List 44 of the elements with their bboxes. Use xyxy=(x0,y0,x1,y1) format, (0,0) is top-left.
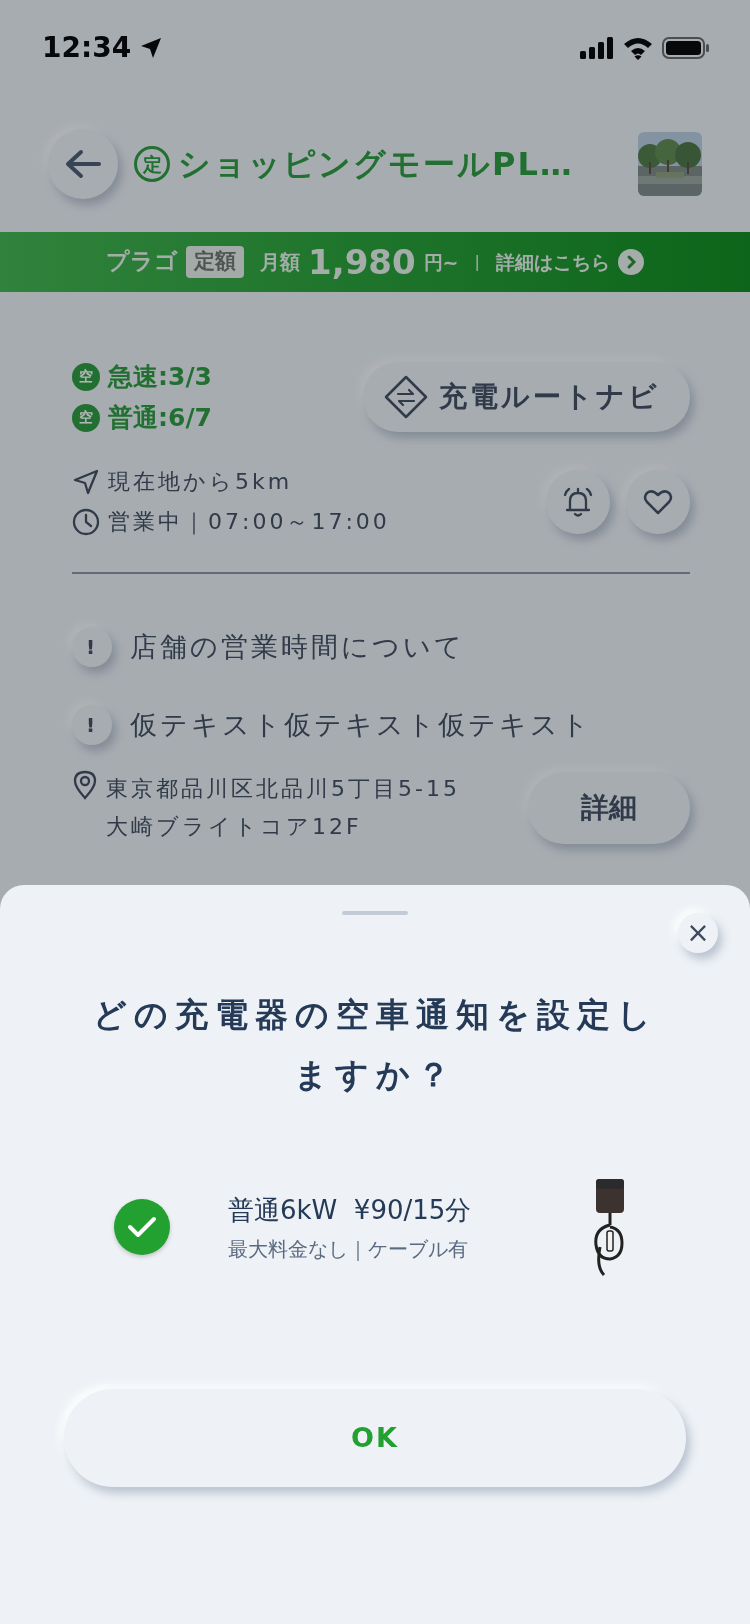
details-link[interactable]: 詳細はこちら xyxy=(495,247,610,277)
price-label: 月額 xyxy=(260,249,301,276)
chevron-right-icon xyxy=(617,249,644,275)
navigation-arrow-icon xyxy=(72,468,100,496)
distance-text: 現在地から5km xyxy=(108,468,293,496)
brand-label: プラゴ xyxy=(106,247,179,276)
vacancy-badge: 空 xyxy=(72,362,100,391)
close-button[interactable]: × xyxy=(678,913,718,953)
notice-text[interactable]: 店舗の営業時間について xyxy=(130,626,465,668)
notice-mark: ! xyxy=(72,705,112,745)
address-line: 大崎ブライトコア12F xyxy=(106,813,363,841)
availability-count: 普通:6/7 xyxy=(108,402,212,434)
vacancy-badge: 空 xyxy=(72,403,100,432)
price-value: 1,980 xyxy=(308,240,416,284)
detail-button[interactable]: 詳細 xyxy=(528,772,690,844)
route-icon xyxy=(383,374,429,420)
battery-icon xyxy=(662,36,710,60)
ok-button[interactable]: OK xyxy=(64,1389,686,1487)
notice-text[interactable]: 仮テキスト仮テキスト仮テキスト xyxy=(130,704,592,746)
checkmark-icon xyxy=(127,1215,157,1239)
separator: | xyxy=(474,251,480,273)
business-hours: 営業中｜07:00～17:00 xyxy=(108,508,390,537)
route-navi-button[interactable]: 充電ルートナビ xyxy=(363,362,690,432)
clock-time: 12:34 xyxy=(42,30,132,66)
notice-mark: ! xyxy=(72,627,112,667)
clock-icon xyxy=(72,508,100,536)
drag-handle[interactable] xyxy=(342,911,408,915)
plan-banner[interactable]: プラゴ 定額 月額 1,980 円~ | 詳細はこちら xyxy=(0,232,750,292)
price-unit: 円~ xyxy=(423,249,459,275)
plan-tag: 定額 xyxy=(186,246,245,278)
back-arrow-icon xyxy=(63,148,103,180)
wifi-icon xyxy=(622,36,654,60)
flat-rate-badge: 定 xyxy=(134,146,170,182)
station-title: ショッピングモールPL… xyxy=(178,144,574,185)
charger-name: 普通6kW ¥90/15分 xyxy=(228,1193,473,1227)
charger-details: 最大料金なし｜ケーブル有 xyxy=(228,1235,469,1263)
selection-check[interactable] xyxy=(114,1199,170,1255)
address-line: 東京都品川区北品川5丁目5-15 xyxy=(106,775,460,803)
map-pin-icon xyxy=(72,770,98,800)
availability-count: 急速:3/3 xyxy=(108,361,212,393)
signal-icon xyxy=(580,37,614,59)
sheet-title: どの充電器の空車通知を設定しますか？ xyxy=(91,994,659,1096)
location-arrow-icon xyxy=(139,36,164,60)
bell-icon xyxy=(561,485,595,519)
